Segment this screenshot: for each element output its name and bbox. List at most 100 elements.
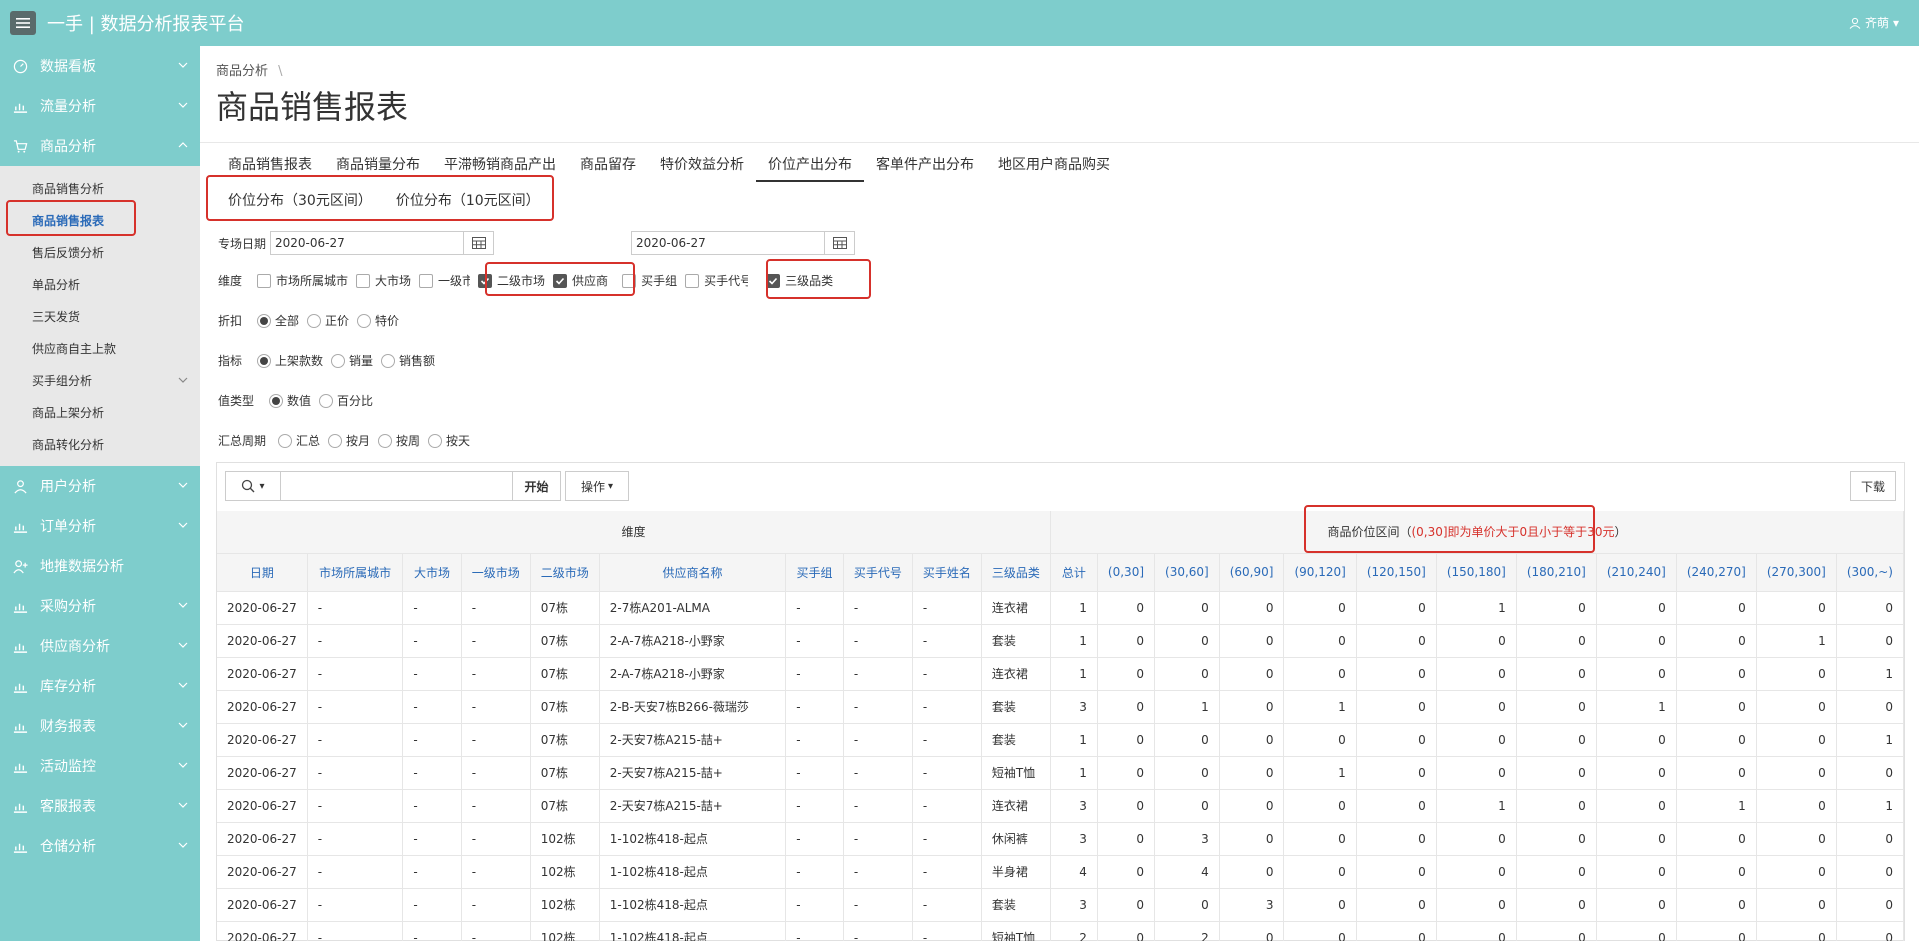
column-header[interactable]: (240,270] <box>1676 553 1757 592</box>
calendar-icon[interactable] <box>824 232 854 254</box>
table-cell: 0 <box>1097 855 1156 889</box>
column-header[interactable]: (210,240] <box>1596 553 1677 592</box>
sidebar-item-dashboard[interactable]: 数据看板 <box>0 46 200 86</box>
column-header[interactable]: (300,~) <box>1836 553 1905 592</box>
sidebar-item-warehouse[interactable]: 仓储分析 <box>0 826 200 866</box>
column-header[interactable]: 一级市场 <box>461 553 531 592</box>
column-header[interactable]: (120,150] <box>1356 553 1437 592</box>
tab[interactable]: 商品留存 <box>568 148 648 182</box>
tab[interactable]: 商品销量分布 <box>324 148 432 182</box>
sidebar-item-orders[interactable]: 订单分析 <box>0 506 200 546</box>
sidebar-subitem-label: 单品分析 <box>32 277 81 292</box>
dim-checkbox[interactable]: 买手代号 <box>685 272 748 289</box>
chevron-down-icon: ▾ <box>607 480 614 492</box>
column-header[interactable]: 大市场 <box>402 553 462 592</box>
sidebar-subitem[interactable]: 三天发货 <box>0 300 200 332</box>
period-radio[interactable]: 汇总 <box>278 432 320 449</box>
metric-radio[interactable]: 销量 <box>331 352 373 369</box>
start-button[interactable]: 开始 <box>513 471 561 501</box>
table-cell: 0 <box>1516 756 1597 790</box>
breadcrumb-item[interactable]: 商品分析 <box>216 64 268 79</box>
sidebar-item-service[interactable]: 客服报表 <box>0 786 200 826</box>
dim-checkbox[interactable]: 大市场 <box>356 272 411 289</box>
tab[interactable]: 客单件产出分布 <box>864 148 986 182</box>
column-header[interactable]: (60,90] <box>1219 553 1285 592</box>
sidebar-subitem[interactable]: 买手组分析 <box>0 364 200 396</box>
hamburger-menu-button[interactable] <box>10 11 36 35</box>
column-header[interactable]: 买手代号 <box>843 553 913 592</box>
discount-radio-selected[interactable]: 全部 <box>257 312 299 329</box>
sidebar-item-users[interactable]: 用户分析 <box>0 466 200 506</box>
column-header[interactable]: (150,180] <box>1436 553 1517 592</box>
table-cell: 连衣裙 <box>981 789 1051 823</box>
sidebar-item-finance[interactable]: 财务报表 <box>0 706 200 746</box>
column-header[interactable]: 供应商名称 <box>599 553 787 592</box>
sidebar-item-ground-promo[interactable]: 地推数据分析 <box>0 546 200 586</box>
column-header[interactable]: (0,30] <box>1097 553 1156 592</box>
subtab-30[interactable]: 价位分布（30元区间） <box>216 184 384 218</box>
tab[interactable]: 地区用户商品购买 <box>986 148 1122 182</box>
sidebar-subitem-active[interactable]: 商品销售报表 <box>0 204 200 236</box>
dim-checkbox[interactable]: 市场所属城市 <box>257 272 348 289</box>
column-header[interactable]: (30,60] <box>1154 553 1220 592</box>
metric-radio-selected[interactable]: 上架款数 <box>257 352 323 369</box>
period-radio[interactable]: 按月 <box>328 432 370 449</box>
dim-label: 买手组 <box>641 274 678 288</box>
column-header[interactable]: (270,300] <box>1756 553 1837 592</box>
dim-checkbox[interactable]: 一级市场 <box>419 272 470 289</box>
date-to-input[interactable]: 2020-06-27 <box>631 231 855 255</box>
metric-radio[interactable]: 销售额 <box>381 352 435 369</box>
column-header[interactable]: 市场所属城市 <box>307 553 404 592</box>
dim-checkbox-checked[interactable]: 二级市场 <box>478 272 545 289</box>
tab[interactable]: 平滞畅销商品产出 <box>432 148 568 182</box>
column-header[interactable]: 买手组 <box>785 553 844 592</box>
tab[interactable]: 商品销售报表 <box>216 148 324 182</box>
table-cell: 0 <box>1219 822 1285 856</box>
search-input[interactable] <box>281 471 513 501</box>
column-header[interactable]: 总计 <box>1050 553 1098 592</box>
radio-label: 销售额 <box>399 354 436 368</box>
dim-checkbox[interactable]: 买手组 <box>622 272 677 289</box>
date-from-input[interactable]: 2020-06-27 <box>270 231 494 255</box>
calendar-icon[interactable] <box>463 232 493 254</box>
sidebar-subitem[interactable]: 供应商自主上款 <box>0 332 200 364</box>
sidebar-item-traffic[interactable]: 流量分析 <box>0 86 200 126</box>
discount-radio[interactable]: 正价 <box>307 312 349 329</box>
table-cell: 1 <box>1596 690 1677 724</box>
sidebar-item-activity[interactable]: 活动监控 <box>0 746 200 786</box>
tab[interactable]: 特价效益分析 <box>648 148 756 182</box>
table-cell: 0 <box>1516 690 1597 724</box>
sidebar-item-product-analysis[interactable]: 商品分析 <box>0 126 200 166</box>
tab-active[interactable]: 价位产出分布 <box>756 148 864 182</box>
table-cell: 07栋 <box>530 657 600 691</box>
discount-radio[interactable]: 特价 <box>357 312 399 329</box>
subtab-10[interactable]: 价位分布（10元区间） <box>384 184 552 218</box>
download-button[interactable]: 下载 <box>1850 471 1896 501</box>
column-header[interactable]: 日期 <box>217 553 308 592</box>
sidebar-subitem[interactable]: 商品上架分析 <box>0 396 200 428</box>
chevron-down-icon <box>178 602 188 608</box>
table-cell: 0 <box>1097 657 1156 691</box>
column-header[interactable]: 买手姓名 <box>912 553 982 592</box>
column-header[interactable]: 二级市场 <box>530 553 600 592</box>
vtype-radio-selected[interactable]: 数值 <box>269 392 311 409</box>
sidebar-item-inventory[interactable]: 库存分析 <box>0 666 200 706</box>
period-radio[interactable]: 按天 <box>428 432 470 449</box>
vtype-radio[interactable]: 百分比 <box>319 392 373 409</box>
dim-checkbox-checked[interactable]: 供应商 <box>553 272 608 289</box>
search-options-button[interactable]: ▾ <box>225 471 281 501</box>
column-header[interactable]: 三级品类 <box>981 553 1051 592</box>
table-cell: 2 <box>1050 921 1098 941</box>
column-header[interactable]: (90,120] <box>1283 553 1357 592</box>
dim-checkbox-checked[interactable]: 三级品类 <box>766 272 833 289</box>
sidebar-subitem[interactable]: 商品转化分析 <box>0 428 200 460</box>
user-menu[interactable]: 齐萌 ▾ <box>1849 14 1899 31</box>
column-header[interactable]: (180,210] <box>1516 553 1597 592</box>
sidebar-subitem[interactable]: 单品分析 <box>0 268 200 300</box>
sidebar-item-supplier[interactable]: 供应商分析 <box>0 626 200 666</box>
period-radio[interactable]: 按周 <box>378 432 420 449</box>
sidebar-subitem[interactable]: 商品销售分析 <box>0 172 200 204</box>
operations-button[interactable]: 操作 ▾ <box>565 471 629 501</box>
sidebar-item-purchase[interactable]: 采购分析 <box>0 586 200 626</box>
sidebar-subitem[interactable]: 售后反馈分析 <box>0 236 200 268</box>
